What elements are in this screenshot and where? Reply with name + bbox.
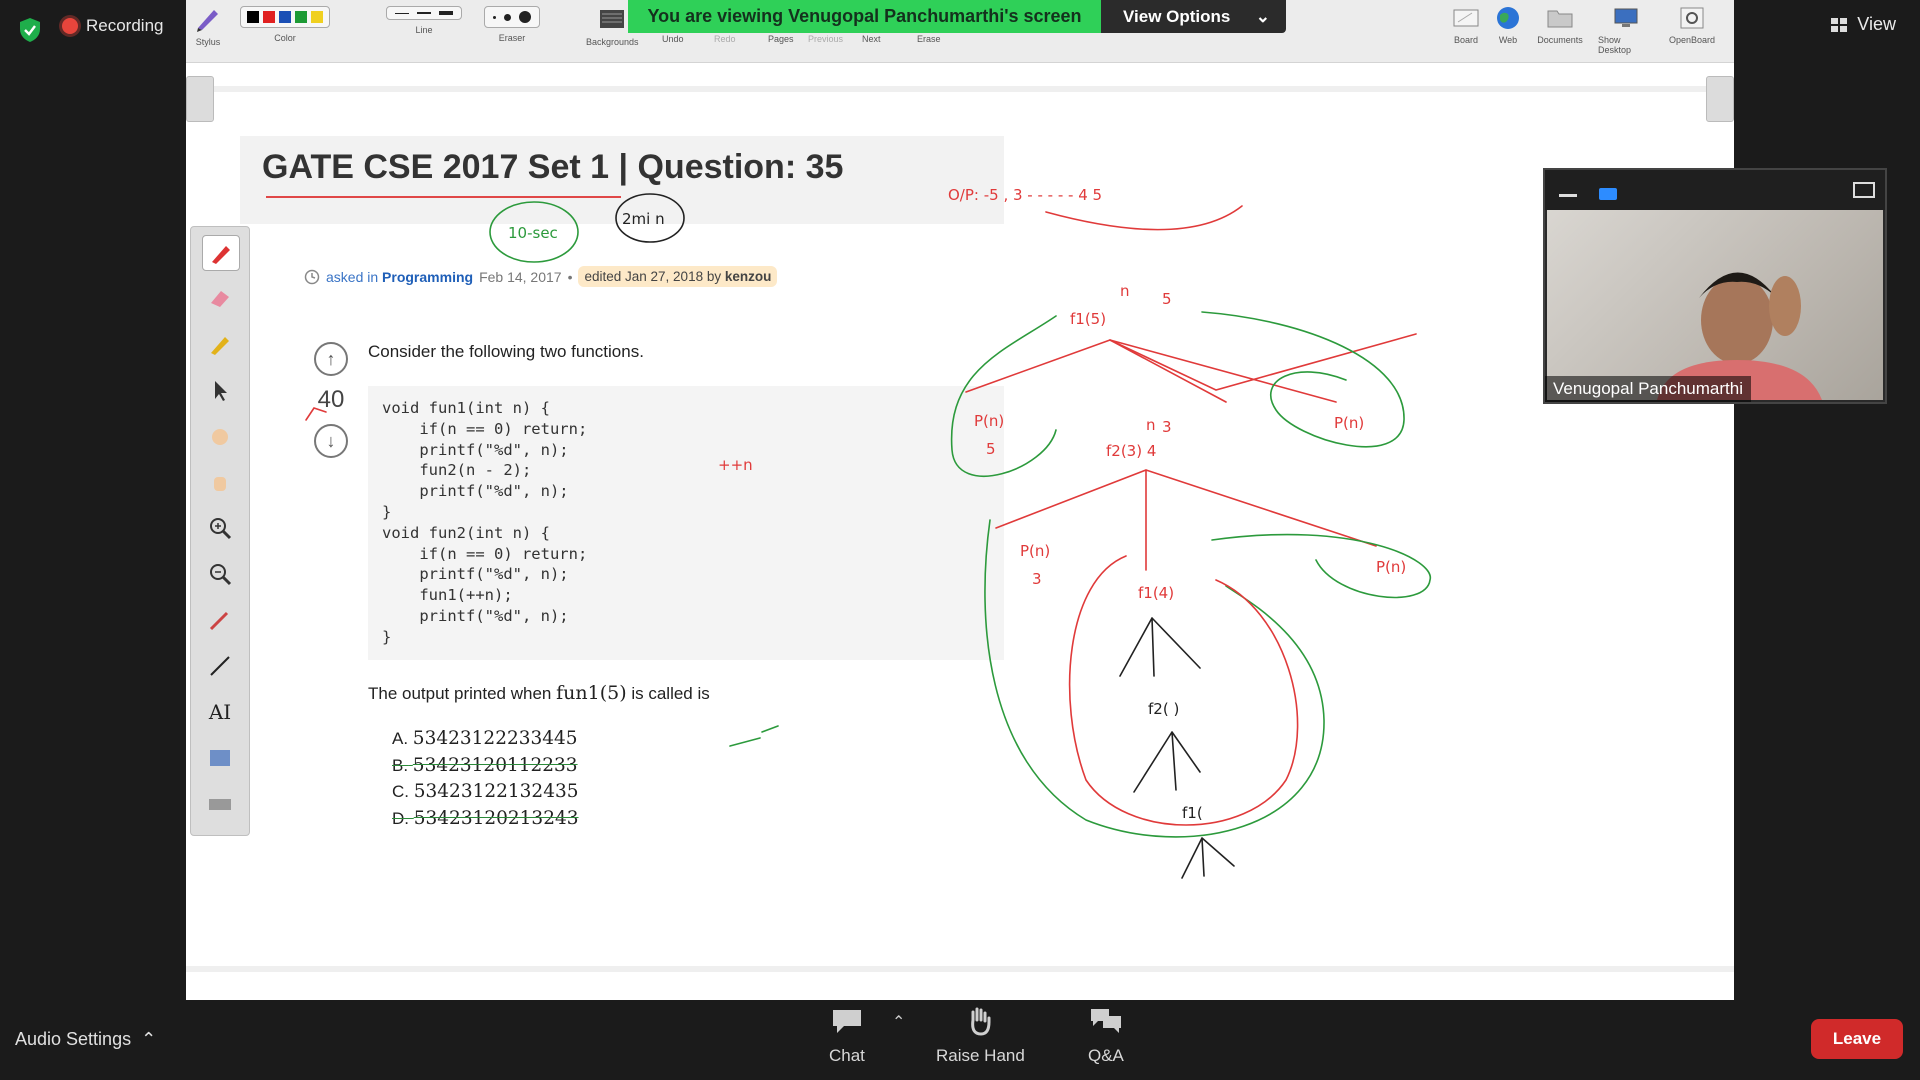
recording-label: Recording bbox=[86, 16, 164, 35]
tree-pn-right: P(n) bbox=[1334, 414, 1364, 432]
leave-button[interactable]: Leave bbox=[1811, 1019, 1903, 1059]
speaker-video-frame bbox=[1657, 272, 1822, 400]
tree-3: 3 bbox=[1032, 570, 1042, 588]
participant-name: Venugopal Panchumarthi bbox=[1545, 376, 1751, 402]
chat-button[interactable]: Chat bbox=[829, 1006, 865, 1066]
view-options-label: View Options bbox=[1123, 6, 1231, 26]
tree-f1-4: f1(4) bbox=[1138, 584, 1174, 602]
tree-f1-blank: f1( bbox=[1182, 804, 1203, 822]
recording-dot-icon bbox=[62, 18, 78, 34]
tree-f2-3: f2(3) 4 bbox=[1106, 442, 1156, 460]
tree-f2-blank: f2( ) bbox=[1148, 700, 1179, 718]
participant-video bbox=[1547, 210, 1883, 400]
tree-n-mid: n bbox=[1146, 416, 1156, 434]
chat-icon bbox=[832, 1010, 861, 1033]
op-note: O/P: -5 , 3 - - - - - 4 5 bbox=[948, 186, 1102, 204]
tree-f1-5: f1(5) bbox=[1070, 310, 1106, 328]
tree-5-left: 5 bbox=[986, 440, 996, 458]
chat-label: Chat bbox=[829, 1046, 865, 1065]
participant-video-tile[interactable]: Venugopal Panchumarthi bbox=[1543, 168, 1887, 404]
fullscreen-icon[interactable] bbox=[1853, 182, 1875, 198]
security-shield-icon[interactable] bbox=[18, 17, 42, 43]
shared-screen: Stylus Color Line Eraser Backgrounds Und… bbox=[186, 0, 1734, 1000]
raise-hand-label: Raise Hand bbox=[936, 1046, 1025, 1065]
raise-hand-icon bbox=[971, 1007, 991, 1036]
audio-settings-label: Audio Settings bbox=[15, 1029, 132, 1049]
video-tile-header bbox=[1545, 170, 1885, 210]
grid-view-icon bbox=[1831, 17, 1848, 32]
screen-share-banner: You are viewing Venugopal Panchumarthi's… bbox=[628, 0, 1101, 33]
whiteboard-annotations: 10-sec 2mi n O/P: -5 , 3 - - - - - 4 5 +… bbox=[305, 186, 1431, 879]
plus-note: ++n bbox=[718, 456, 753, 474]
tree-pn-3: P(n) bbox=[1020, 542, 1050, 560]
view-label: View bbox=[1857, 14, 1896, 34]
chat-options-chevron-icon[interactable]: ⌃ bbox=[892, 1012, 905, 1032]
tree-5-box: 5 bbox=[1162, 290, 1172, 308]
chevron-down-icon: ⌄ bbox=[1255, 6, 1270, 26]
view-button[interactable]: View bbox=[1831, 14, 1896, 35]
qa-label: Q&A bbox=[1088, 1046, 1124, 1065]
tree-3-box: 3 bbox=[1162, 418, 1172, 436]
chevron-up-icon: ⌃ bbox=[141, 1029, 157, 1049]
page-divider-bottom bbox=[186, 966, 1734, 972]
video-layout-icon[interactable] bbox=[1599, 188, 1617, 200]
tree-pn-left: P(n) bbox=[974, 412, 1004, 430]
tree-pn-r2: P(n) bbox=[1376, 558, 1406, 576]
qa-icon bbox=[1090, 1009, 1121, 1033]
minimize-icon[interactable] bbox=[1559, 194, 1577, 197]
recording-indicator[interactable]: Recording bbox=[62, 16, 164, 36]
view-options-button[interactable]: View Options ⌄ bbox=[1101, 0, 1286, 33]
audio-settings-button[interactable]: Audio Settings ⌃ bbox=[15, 1029, 156, 1050]
time-note: 10-sec bbox=[508, 224, 558, 242]
tree-n-top: n bbox=[1120, 282, 1130, 300]
qa-button[interactable]: Q&A bbox=[1088, 1006, 1124, 1066]
raise-hand-button[interactable]: Raise Hand bbox=[936, 1006, 1025, 1066]
min-note: 2mi n bbox=[622, 210, 665, 228]
